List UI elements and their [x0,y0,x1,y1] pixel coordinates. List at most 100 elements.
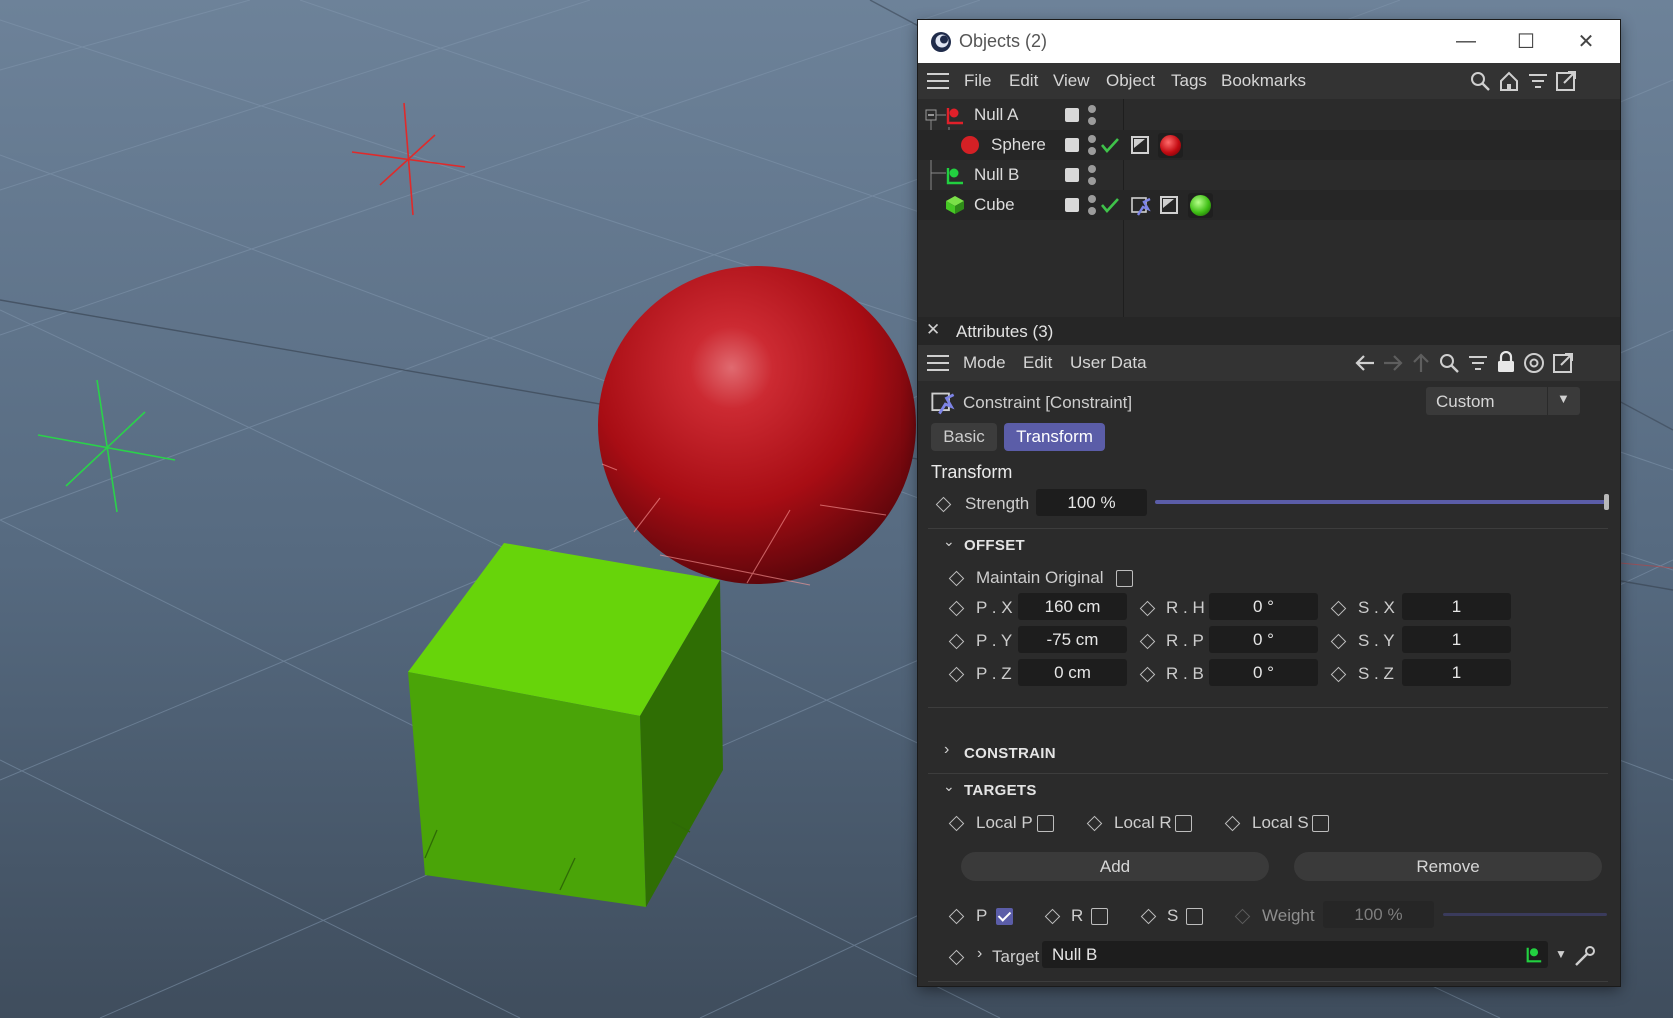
new-window-icon[interactable] [1552,352,1574,374]
strength-slider-handle[interactable] [1604,494,1609,510]
keyframe-diamond-icon[interactable] [1140,908,1157,925]
editor-visibility-icon[interactable] [1065,138,1079,152]
sy-field[interactable]: 1 [1402,626,1511,653]
visibility-dot-icon[interactable] [1088,207,1096,215]
menu-bookmarks[interactable]: Bookmarks [1221,71,1306,91]
search-icon[interactable] [1438,352,1460,374]
filter-icon[interactable] [1527,70,1549,92]
visibility-dot-icon[interactable] [1088,177,1096,185]
local-r-checkbox[interactable] [1175,815,1192,832]
green-material-tag-icon[interactable] [1188,193,1213,218]
up-arrow-icon[interactable] [1410,352,1432,374]
px-field[interactable]: 160 cm [1018,593,1127,620]
keyframe-diamond-icon[interactable] [948,908,965,925]
keyframe-diamond-icon[interactable] [948,949,965,966]
local-p-checkbox[interactable] [1037,815,1054,832]
menu-object[interactable]: Object [1106,71,1155,91]
offset-section-header[interactable]: OFFSET [964,537,1025,554]
keyframe-diamond-icon[interactable] [1330,633,1347,650]
keyframe-diamond-icon[interactable] [935,496,952,513]
hamburger-menu-icon[interactable] [927,73,949,89]
sz-field[interactable]: 1 [1402,659,1511,686]
constraint-tag-icon[interactable] [1130,195,1152,217]
editor-visibility-icon[interactable] [1065,168,1079,182]
chevron-right-icon[interactable]: › [944,741,949,759]
tab-basic[interactable]: Basic [931,423,997,451]
red-material-tag-icon[interactable] [1158,133,1183,158]
strength-field[interactable]: 100 % [1036,489,1147,516]
target-link-field[interactable]: Null B [1042,941,1548,968]
strength-slider-track[interactable] [1155,500,1607,504]
home-icon[interactable] [1498,70,1520,92]
target-icon[interactable] [1523,352,1545,374]
rb-field[interactable]: 0 ° [1209,659,1318,686]
object-row-sphere[interactable]: Sphere [918,130,1620,160]
targets-section-header[interactable]: TARGETS [964,782,1037,799]
pz-field[interactable]: 0 cm [1018,659,1127,686]
keyframe-diamond-icon[interactable] [1224,815,1241,832]
chevron-right-icon[interactable]: › [977,945,982,963]
visibility-dot-icon[interactable] [1088,105,1096,113]
keyframe-diamond-icon[interactable] [1139,600,1156,617]
keyframe-diamond-icon[interactable] [948,600,965,617]
menu-tags[interactable]: Tags [1171,71,1207,91]
visibility-dot-icon[interactable] [1088,147,1096,155]
remove-target-button[interactable]: Remove [1294,852,1602,881]
py-field[interactable]: -75 cm [1018,626,1127,653]
window-titlebar[interactable]: Objects (2) — ☐ ✕ [918,20,1620,63]
menu-view[interactable]: View [1053,71,1090,91]
maximize-button[interactable]: ☐ [1496,20,1556,63]
menu-user-data[interactable]: User Data [1070,353,1147,373]
visibility-dot-icon[interactable] [1088,165,1096,173]
eyedropper-icon[interactable] [1573,944,1597,968]
filter-icon[interactable] [1467,352,1489,374]
close-button[interactable]: ✕ [1556,20,1616,63]
back-arrow-icon[interactable] [1354,352,1376,374]
lock-icon[interactable] [1495,351,1517,373]
checkmark-icon[interactable] [1100,136,1120,154]
forward-arrow-icon[interactable] [1382,352,1404,374]
keyframe-diamond-icon[interactable] [1044,908,1061,925]
chevron-down-icon[interactable]: ⌄ [943,778,955,795]
keyframe-diamond-icon[interactable] [948,815,965,832]
chevron-down-icon[interactable]: ▼ [1555,947,1567,961]
menu-edit[interactable]: Edit [1023,353,1052,373]
minimize-button[interactable]: — [1436,20,1496,63]
maintain-original-checkbox[interactable] [1116,570,1133,587]
editor-visibility-icon[interactable] [1065,198,1079,212]
rp-field[interactable]: 0 ° [1209,626,1318,653]
keyframe-diamond-icon[interactable] [948,666,965,683]
constrain-section-header[interactable]: CONSTRAIN [964,745,1056,762]
keyframe-diamond-icon[interactable] [1330,666,1347,683]
chevron-down-icon[interactable]: ⌄ [943,533,955,550]
p-checkbox[interactable] [996,908,1013,925]
add-target-button[interactable]: Add [961,852,1269,881]
object-row-null-a[interactable]: Null A [918,100,1620,130]
visibility-dot-icon[interactable] [1088,117,1096,125]
s-checkbox[interactable] [1186,908,1203,925]
keyframe-diamond-icon[interactable] [1139,666,1156,683]
keyframe-diamond-icon[interactable] [1330,600,1347,617]
keyframe-diamond-icon[interactable] [1139,633,1156,650]
keyframe-diamond-icon[interactable] [1086,815,1103,832]
menu-mode[interactable]: Mode [963,353,1006,373]
tab-transform[interactable]: Transform [1004,423,1105,451]
checkmark-icon[interactable] [1100,196,1120,214]
new-window-icon[interactable] [1555,70,1577,92]
visibility-dot-icon[interactable] [1088,195,1096,203]
object-row-cube[interactable]: Cube [918,190,1620,220]
hamburger-menu-icon[interactable] [927,355,949,371]
phong-tag-icon[interactable] [1159,195,1179,215]
phong-tag-icon[interactable] [1130,135,1150,155]
search-icon[interactable] [1469,70,1491,92]
object-row-null-b[interactable]: Null B [918,160,1620,190]
local-s-checkbox[interactable] [1312,815,1329,832]
keyframe-diamond-icon[interactable] [948,633,965,650]
keyframe-diamond-icon[interactable] [948,570,965,587]
rh-field[interactable]: 0 ° [1209,593,1318,620]
sx-field[interactable]: 1 [1402,593,1511,620]
editor-visibility-icon[interactable] [1065,108,1079,122]
visibility-dot-icon[interactable] [1088,135,1096,143]
menu-edit[interactable]: Edit [1009,71,1038,91]
close-panel-icon[interactable]: ✕ [926,320,940,340]
